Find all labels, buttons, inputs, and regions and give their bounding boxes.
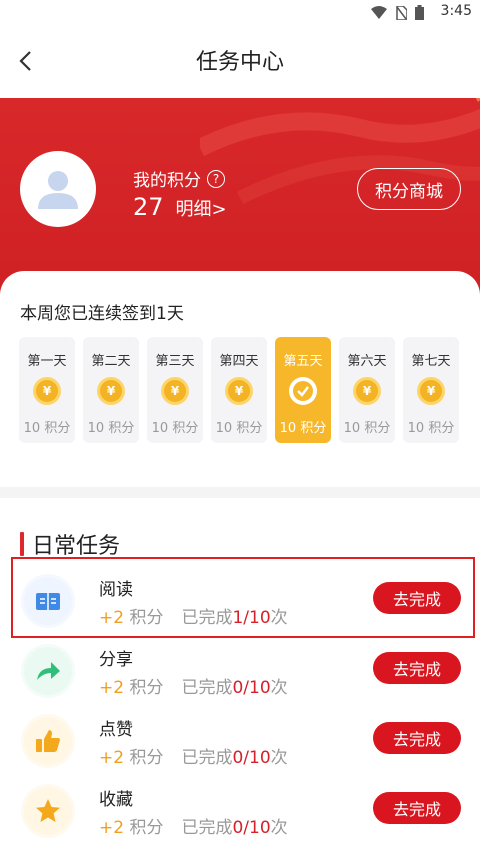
task-row-favorite: 收藏 +2 积分 已完成0/10次 去完成 — [0, 777, 480, 847]
book-icon — [24, 577, 72, 625]
task-complete-button[interactable]: 去完成 — [373, 652, 461, 684]
task-name: 阅读 — [99, 580, 133, 600]
coin-icon: ¥ — [417, 377, 445, 405]
checkin-day-4[interactable]: 第四天 ¥ 10 积分 — [211, 337, 267, 443]
task-meta: +2 积分 已完成0/10次 — [99, 748, 288, 768]
checkin-days: 第一天 ¥ 10 积分 第二天 ¥ 10 积分 第三天 ¥ 10 积分 第四天 … — [19, 337, 459, 443]
daily-tasks-title: 日常任务 — [20, 528, 120, 560]
task-complete-button[interactable]: 去完成 — [373, 582, 461, 614]
status-icons — [371, 5, 424, 20]
battery-icon — [415, 5, 424, 20]
wifi-icon — [371, 6, 387, 19]
checkin-day-3[interactable]: 第三天 ¥ 10 积分 — [147, 337, 203, 443]
points-mall-button[interactable]: 积分商城 — [357, 168, 461, 210]
coin-icon: ¥ — [353, 377, 381, 405]
status-time: 3:45 — [440, 3, 472, 19]
task-row-share: 分享 +2 积分 已完成0/10次 去完成 — [0, 637, 480, 707]
task-meta: +2 积分 已完成0/10次 — [99, 678, 288, 698]
nav-bar: 任务中心 — [0, 24, 480, 98]
points-value: 27 — [133, 193, 164, 221]
help-icon[interactable]: ? — [207, 169, 225, 188]
task-row-like: 点赞 +2 积分 已完成0/10次 去完成 — [0, 707, 480, 777]
checkin-day-1[interactable]: 第一天 ¥ 10 积分 — [19, 337, 75, 443]
coin-icon: ¥ — [225, 377, 253, 405]
points-detail-link[interactable]: 明细> — [176, 195, 227, 221]
checkin-card: 本周您已连续签到1天 第一天 ¥ 10 积分 第二天 ¥ 10 积分 第三天 ¥… — [0, 271, 480, 487]
checkin-day-2[interactable]: 第二天 ¥ 10 积分 — [83, 337, 139, 443]
page-title: 任务中心 — [195, 50, 284, 75]
sim-icon — [396, 5, 407, 20]
user-avatar-icon — [38, 171, 78, 209]
share-icon — [24, 647, 72, 695]
checkin-day-7[interactable]: 第七天 ¥ 10 积分 — [403, 337, 459, 443]
task-name: 点赞 — [99, 720, 133, 740]
daily-tasks-section: 日常任务 阅读 +2 积分 已完成1/10次 去完成 分享 +2 积分 已完成0… — [0, 498, 480, 854]
checkin-title: 本周您已连续签到1天 — [20, 304, 184, 324]
checkin-day-5[interactable]: 第五天 10 积分 — [275, 337, 331, 443]
task-row-read: 阅读 +2 积分 已完成1/10次 去完成 — [0, 567, 480, 637]
coin-icon: ¥ — [33, 377, 61, 405]
task-name: 收藏 — [99, 790, 133, 810]
task-complete-button[interactable]: 去完成 — [373, 792, 461, 824]
task-meta: +2 积分 已完成0/10次 — [99, 818, 288, 838]
task-name: 分享 — [99, 650, 133, 670]
coin-icon: ¥ — [161, 377, 189, 405]
points-row: 27 明细> — [133, 193, 227, 221]
my-points-label: 我的积分 ? — [133, 166, 225, 191]
checkmark-icon — [289, 377, 317, 405]
star-icon — [24, 787, 72, 835]
coin-icon: ¥ — [97, 377, 125, 405]
avatar[interactable] — [20, 151, 96, 227]
thumbs-up-icon — [24, 717, 72, 765]
task-complete-button[interactable]: 去完成 — [373, 722, 461, 754]
task-meta: +2 积分 已完成1/10次 — [99, 608, 288, 628]
checkin-day-6[interactable]: 第六天 ¥ 10 积分 — [339, 337, 395, 443]
status-bar: 3:45 — [0, 0, 480, 24]
title-accent-bar — [20, 532, 24, 556]
